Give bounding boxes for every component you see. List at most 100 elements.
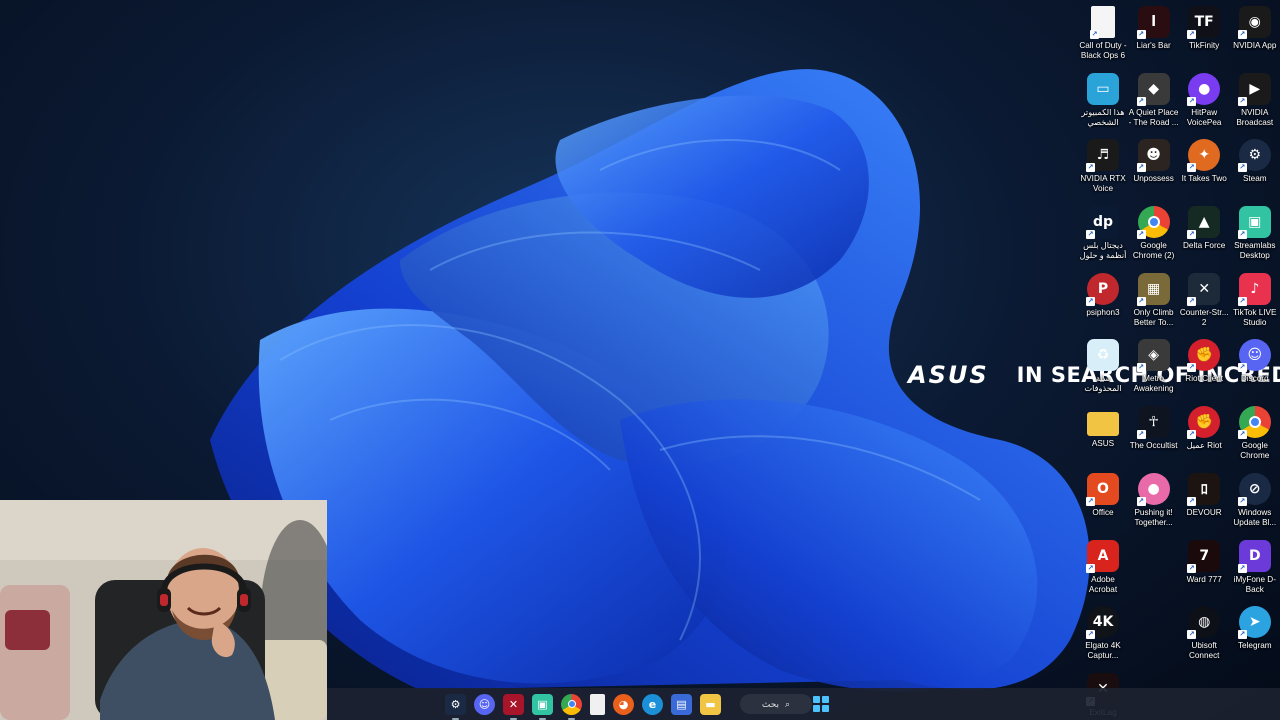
desktop-shortcut[interactable]: 4K ↗ Elgato 4K Captur...	[1078, 604, 1128, 671]
riot-client-icon: ✊ ↗	[1187, 339, 1221, 373]
counter-strike-icon: ✕ ↗	[1187, 272, 1221, 306]
delta-force-icon: ▲ ↗	[1187, 206, 1221, 240]
desktop-shortcut[interactable]: ● ↗ Pushing it! Together...	[1129, 471, 1179, 538]
windows-start-icon[interactable]	[813, 696, 829, 712]
desktop-shortcut[interactable]: l ↗ Liar's Bar	[1129, 4, 1179, 71]
desktop-shortcut[interactable]: ▭ هذا الكمبيوتر الشخصي	[1078, 71, 1128, 138]
desktop-shortcut[interactable]: A ↗ Adobe Acrobat	[1078, 538, 1128, 605]
taskbar-search-box[interactable]: بحث ⌕	[740, 694, 812, 714]
edge-taskbar-icon[interactable]: e	[642, 693, 663, 715]
desktop-shortcut[interactable]: ▲ ↗ Delta Force	[1179, 204, 1229, 271]
file-explorer-taskbar-icon[interactable]: ▬	[700, 693, 721, 715]
digital-plus-icon: dp ↗	[1086, 206, 1119, 240]
desktop-shortcut[interactable]: ✦ ↗ It Takes Two	[1179, 137, 1229, 204]
desktop-shortcut[interactable]: ⊘ ↗ Windows Update Bl...	[1230, 471, 1280, 538]
desktop-shortcut-label: The Occultist	[1129, 441, 1178, 451]
desktop-shortcut[interactable]: ⚙ ↗ Steam	[1230, 137, 1280, 204]
desktop-shortcut-label: Riot Client	[1185, 374, 1224, 384]
desktop-shortcut[interactable]: ↗ Call of Duty - Black Ops 6	[1078, 4, 1128, 71]
desktop-shortcut-label: Windows Update Bl...	[1233, 507, 1277, 527]
shortcut-arrow-icon: ↗	[1136, 430, 1146, 440]
liars-bar-icon: l ↗	[1136, 6, 1170, 39]
desktop-shortcut[interactable]: O ↗ Office	[1078, 471, 1128, 538]
desktop-shortcut[interactable]: 7 ↗ Ward 777	[1179, 538, 1229, 605]
desktop-shortcut[interactable]: ♬ ↗ NVIDIA RTX Voice	[1078, 137, 1128, 204]
desktop-shortcut[interactable]: dp ↗ ديجتال بلس أنظمة و حلول	[1078, 204, 1128, 271]
desktop-shortcut[interactable]: ASUS	[1078, 404, 1128, 471]
psiphon-icon: P ↗	[1086, 272, 1119, 306]
desktop-shortcut-label: Discord	[1240, 374, 1269, 384]
desktop-shortcut[interactable]: ↗ Google Chrome	[1230, 404, 1280, 471]
desktop-shortcut[interactable]: D ↗ iMyFone D-Back	[1230, 538, 1280, 605]
desktop-shortcut[interactable]: TF ↗ TikFinity	[1179, 4, 1229, 71]
desktop-shortcut-label: Telegram	[1237, 641, 1272, 651]
desktop-shortcut-label: Pushing it! Together...	[1134, 507, 1173, 527]
desktop-shortcut[interactable]: ◍ ↗ Ubisoft Connect	[1179, 604, 1229, 671]
desktop-shortcut[interactable]: ◈ ↗ Metro Awakening	[1129, 337, 1179, 404]
desktop-shortcut[interactable]: ✕ ↗ Counter-Str... 2	[1179, 271, 1229, 338]
streamlabs-icon: ▣ ↗	[1237, 206, 1271, 240]
desktop-shortcut-label: DEVOUR	[1186, 507, 1222, 517]
shortcut-arrow-icon: ↗	[1090, 30, 1099, 39]
shortcut-arrow-icon: ↗	[1237, 296, 1247, 306]
chrome-icon: ↗	[1136, 206, 1170, 240]
discord-taskbar-icon[interactable]: ☺	[474, 693, 495, 715]
desktop-shortcut[interactable]: ▣ ↗ Streamlabs Desktop	[1230, 204, 1280, 271]
shortcut-arrow-icon: ↗	[1086, 230, 1095, 240]
desktop-shortcut[interactable]: P ↗ psiphon3	[1078, 271, 1128, 338]
steam-icon: ⚙ ↗	[1237, 139, 1271, 173]
desktop-shortcut[interactable]: ↗ Google Chrome (2)	[1129, 204, 1179, 271]
firefox-taskbar-icon[interactable]: ◕	[613, 693, 634, 715]
desktop-shortcut-label: Liar's Bar	[1136, 41, 1171, 50]
desktop-shortcut[interactable]: ● ↗ HitPaw VoicePea	[1179, 71, 1229, 138]
desktop-shortcut[interactable]: ﾛ ↗ DEVOUR	[1179, 471, 1229, 538]
desktop-shortcut[interactable]: ▶ ↗ NVIDIA Broadcast	[1230, 71, 1280, 138]
desktop-shortcut-label: Metro Awakening	[1133, 374, 1174, 394]
desktop-shortcut-label: عميل Riot	[1186, 441, 1222, 451]
desktop-shortcut-label: Google Chrome (2)	[1132, 241, 1175, 261]
empty-grid-cell	[1129, 604, 1179, 671]
desktop-shortcut[interactable]: ✊ ↗ Riot Client	[1179, 337, 1229, 404]
desktop-shortcut-label: NVIDIA App	[1233, 41, 1277, 50]
desktop-shortcut[interactable]: ☻ ↗ Unpossess	[1129, 137, 1179, 204]
shortcut-arrow-icon: ↗	[1086, 630, 1095, 640]
chrome-icon: ↗	[1237, 406, 1271, 440]
shortcut-arrow-icon: ↗	[1187, 230, 1197, 240]
steam-taskbar-icon[interactable]: ⚙	[445, 693, 466, 720]
windows-update-icon: ⊘ ↗	[1237, 472, 1271, 506]
shortcut-arrow-icon: ↗	[1136, 30, 1146, 39]
desktop-shortcut[interactable]: ✊ ↗ عميل Riot	[1179, 404, 1229, 471]
shortcut-arrow-icon: ↗	[1086, 496, 1095, 506]
shortcut-arrow-icon: ↗	[1187, 30, 1197, 39]
shortcut-arrow-icon: ↗	[1136, 296, 1146, 306]
desktop-shortcut[interactable]: ◆ ↗ A Quiet Place - The Road ...	[1129, 71, 1179, 138]
folder-icon	[1087, 412, 1119, 437]
file-icon: ↗	[1090, 6, 1115, 39]
desktop-shortcut-label: iMyFone D-Back	[1233, 574, 1276, 594]
desktop-shortcut-label: NVIDIA Broadcast	[1236, 107, 1274, 127]
streamlabs-taskbar-icon[interactable]: ▣	[532, 693, 553, 720]
desktop-shortcut-label: Ubisoft Connect	[1188, 641, 1220, 661]
desktop-shortcut-label: ديجتال بلس أنظمة و حلول	[1079, 241, 1127, 261]
store-taskbar-icon[interactable]: ▤	[671, 693, 692, 715]
desktop-shortcut[interactable]: ♪ ↗ TikTok LIVE Studio	[1230, 271, 1280, 338]
desktop-shortcut[interactable]: ☥ ↗ The Occultist	[1129, 404, 1179, 471]
shortcut-arrow-icon: ↗	[1187, 563, 1197, 573]
desktop-shortcut[interactable]: ➤ ↗ Telegram	[1230, 604, 1280, 671]
desktop-shortcut[interactable]: ◉ ↗ NVIDIA App	[1230, 4, 1280, 71]
shortcut-arrow-icon: ↗	[1187, 630, 1197, 640]
desktop-shortcut-label: It Takes Two	[1181, 174, 1227, 184]
search-icon: ⌕	[785, 698, 791, 709]
chrome-taskbar-icon[interactable]	[561, 693, 582, 720]
file-taskbar-icon[interactable]	[590, 693, 605, 715]
desktop-shortcut[interactable]: ▦ ↗ Only Climb Better To...	[1129, 271, 1179, 338]
this-pc-icon: ▭	[1087, 72, 1119, 105]
shortcut-arrow-icon: ↗	[1187, 363, 1197, 373]
shortcut-arrow-icon: ↗	[1187, 496, 1197, 506]
desktop-shortcut[interactable]: ☺ ↗ Discord	[1230, 337, 1280, 404]
shortcut-arrow-icon: ↗	[1237, 496, 1247, 506]
hitpaw-icon: ● ↗	[1187, 72, 1221, 106]
office-icon: O ↗	[1086, 472, 1119, 506]
exitlag-taskbar-icon[interactable]: ✕	[503, 693, 524, 720]
desktop-shortcut[interactable]: ♻ سلة المحذوفات	[1078, 337, 1128, 404]
